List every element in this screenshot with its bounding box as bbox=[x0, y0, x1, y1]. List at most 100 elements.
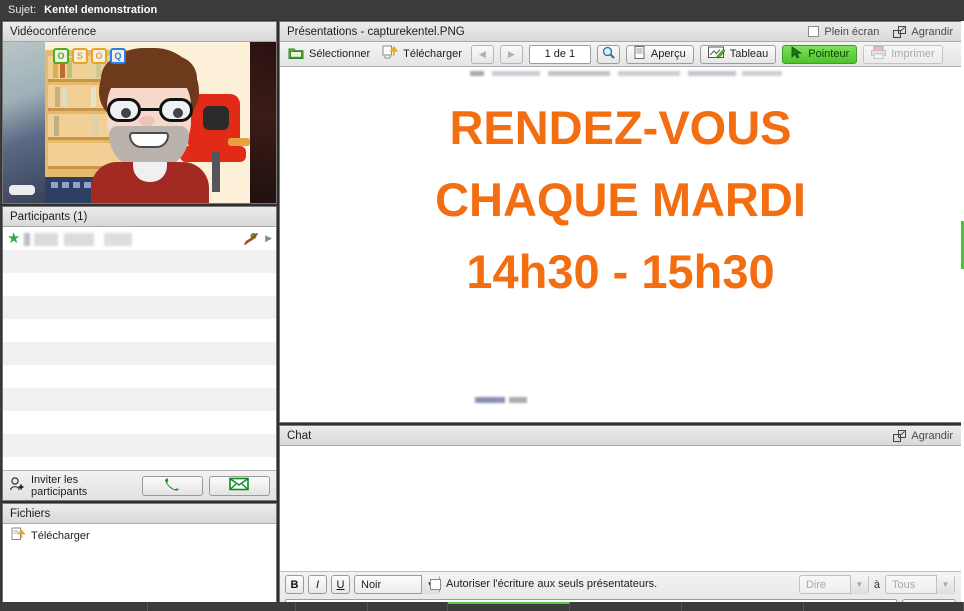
presentation-header: Présentations - capturekentel.PNG Plein … bbox=[280, 22, 961, 42]
video-stream[interactable]: O S O Q bbox=[3, 42, 276, 203]
video-badge-3: Q bbox=[110, 48, 126, 64]
invite-by-email-button[interactable] bbox=[209, 476, 270, 496]
print-label: Imprimer bbox=[891, 48, 934, 60]
glasses-icon bbox=[107, 98, 193, 122]
invite-participants-bar: Inviter les participants bbox=[3, 470, 276, 500]
slide-line-2: CHAQUE MARDI bbox=[280, 172, 961, 227]
participants-panel: Participants (1) ★ ▶ bbox=[2, 206, 277, 501]
presenter-star-icon: ★ bbox=[7, 231, 20, 246]
underline-button[interactable]: U bbox=[331, 575, 350, 594]
taskbar-item-active[interactable] bbox=[448, 602, 570, 611]
participant-row[interactable]: ★ ▶ bbox=[3, 227, 276, 250]
phone-icon bbox=[163, 477, 181, 494]
taskbar-item[interactable] bbox=[368, 602, 448, 611]
files-upload-row[interactable]: Télécharger bbox=[3, 524, 276, 547]
chat-target-controls: Dire ▼ à Tous ▼ bbox=[799, 575, 955, 594]
files-list: Télécharger bbox=[3, 524, 276, 608]
invite-participants-label: Inviter les participants bbox=[31, 474, 136, 498]
whiteboard-label: Tableau bbox=[730, 48, 769, 60]
participants-list[interactable]: ★ ▶ bbox=[3, 227, 276, 480]
participant-row-empty bbox=[3, 411, 276, 434]
subject-label: Sujet: bbox=[8, 4, 36, 16]
slide-canvas[interactable]: RENDEZ-VOUS CHAQUE MARDI 14h30 - 15h30 bbox=[280, 67, 961, 422]
participants-title: Participants (1) bbox=[10, 211, 87, 223]
participants-header: Participants (1) bbox=[3, 207, 276, 227]
files-header: Fichiers bbox=[3, 504, 276, 524]
taskbar[interactable] bbox=[0, 602, 964, 611]
taskbar-item[interactable] bbox=[804, 602, 964, 611]
files-panel: Fichiers Télécharger bbox=[2, 503, 277, 609]
participant-name-redacted bbox=[24, 233, 243, 246]
presentation-toolbar: Sélectionner Télécharger ◀ ▶ 1 de 1 bbox=[280, 42, 961, 67]
chat-panel: Chat Agrandir B I bbox=[279, 425, 962, 609]
bold-button[interactable]: B bbox=[285, 575, 304, 594]
page-indicator[interactable]: 1 de 1 bbox=[529, 45, 591, 64]
chat-target-connector: à bbox=[874, 579, 880, 591]
cursor-arrow-icon bbox=[790, 46, 803, 62]
chat-message-log[interactable] bbox=[280, 446, 961, 571]
chevron-down-icon: ▼ bbox=[936, 575, 954, 594]
triangle-left-icon: ◀ bbox=[479, 49, 486, 60]
fullscreen-label: Plein écran bbox=[824, 26, 879, 38]
presentation-title: Présentations - capturekentel.PNG bbox=[287, 26, 465, 38]
print-button[interactable]: Imprimer bbox=[863, 45, 942, 64]
participant-row-empty bbox=[3, 342, 276, 365]
chat-action-value: Dire bbox=[806, 579, 826, 591]
invite-by-phone-button[interactable] bbox=[142, 476, 203, 496]
participant-row-empty bbox=[3, 319, 276, 342]
taskbar-item[interactable] bbox=[570, 602, 682, 611]
chat-header: Chat Agrandir bbox=[280, 426, 961, 446]
video-right-strip bbox=[250, 42, 276, 203]
slide-line-3: 14h30 - 15h30 bbox=[280, 244, 961, 299]
subject-value: Kentel demonstration bbox=[44, 4, 157, 16]
whiteboard-button[interactable]: Tableau bbox=[700, 45, 777, 64]
fullscreen-toggle[interactable]: Plein écran bbox=[808, 26, 879, 38]
chat-title: Chat bbox=[287, 430, 311, 442]
select-presentation-button[interactable]: Sélectionner bbox=[285, 46, 373, 63]
text-color-value: Noir bbox=[361, 579, 381, 591]
taskbar-item[interactable] bbox=[148, 602, 296, 611]
zoom-button[interactable] bbox=[597, 45, 620, 64]
preview-button[interactable]: Aperçu bbox=[626, 45, 694, 64]
preview-label: Aperçu bbox=[651, 48, 686, 60]
triangle-right-icon: ▶ bbox=[508, 49, 515, 60]
videoconference-header: Vidéoconférence bbox=[3, 22, 276, 42]
pointer-button[interactable]: Pointeur bbox=[782, 45, 857, 64]
video-status-badges: O S O Q bbox=[53, 48, 126, 64]
participant-expand-icon[interactable]: ▶ bbox=[265, 233, 272, 244]
chat-enlarge-label: Agrandir bbox=[911, 430, 953, 442]
expand-icon bbox=[893, 26, 906, 38]
previous-page-button[interactable]: ◀ bbox=[471, 45, 494, 64]
chevron-down-icon: ▼ bbox=[850, 575, 868, 594]
subject-bar: Sujet: Kentel demonstration bbox=[0, 0, 964, 19]
text-color-select[interactable]: Noir ▼ bbox=[354, 575, 440, 594]
presentation-enlarge-button[interactable]: Agrandir bbox=[893, 26, 953, 38]
expand-icon bbox=[893, 430, 906, 442]
taskbar-item[interactable] bbox=[682, 602, 804, 611]
microphone-muted-icon[interactable] bbox=[243, 232, 259, 246]
fullscreen-checkbox[interactable] bbox=[808, 26, 819, 37]
envelope-icon bbox=[229, 477, 249, 494]
upload-presentation-button[interactable]: Télécharger bbox=[379, 45, 465, 63]
video-badge-0: O bbox=[53, 48, 69, 64]
taskbar-item[interactable] bbox=[296, 602, 368, 611]
chat-recipient-select[interactable]: Tous ▼ bbox=[885, 575, 955, 594]
slide-faint-footer-text bbox=[475, 397, 527, 403]
presenters-only-checkbox[interactable] bbox=[430, 579, 441, 590]
taskbar-item[interactable] bbox=[0, 602, 148, 611]
files-title: Fichiers bbox=[10, 508, 50, 520]
presentation-panel: Présentations - capturekentel.PNG Plein … bbox=[279, 21, 962, 423]
kentel-webconference-window: Sujet: Kentel demonstration Vidéoconfére… bbox=[0, 0, 964, 611]
participant-row-empty bbox=[3, 296, 276, 319]
presenters-only-label: Autoriser l'écriture aux seuls présentat… bbox=[446, 578, 657, 590]
chat-enlarge-button[interactable]: Agrandir bbox=[893, 430, 953, 442]
magnifier-icon bbox=[602, 46, 615, 62]
upload-presentation-label: Télécharger bbox=[403, 48, 462, 60]
participant-row-empty bbox=[3, 365, 276, 388]
videoconference-title: Vidéoconférence bbox=[10, 26, 96, 38]
next-page-button[interactable]: ▶ bbox=[500, 45, 523, 64]
chat-action-select[interactable]: Dire ▼ bbox=[799, 575, 869, 594]
italic-button[interactable]: I bbox=[308, 575, 327, 594]
upload-icon bbox=[382, 45, 398, 63]
presenters-only-toggle[interactable]: Autoriser l'écriture aux seuls présentat… bbox=[430, 578, 657, 590]
